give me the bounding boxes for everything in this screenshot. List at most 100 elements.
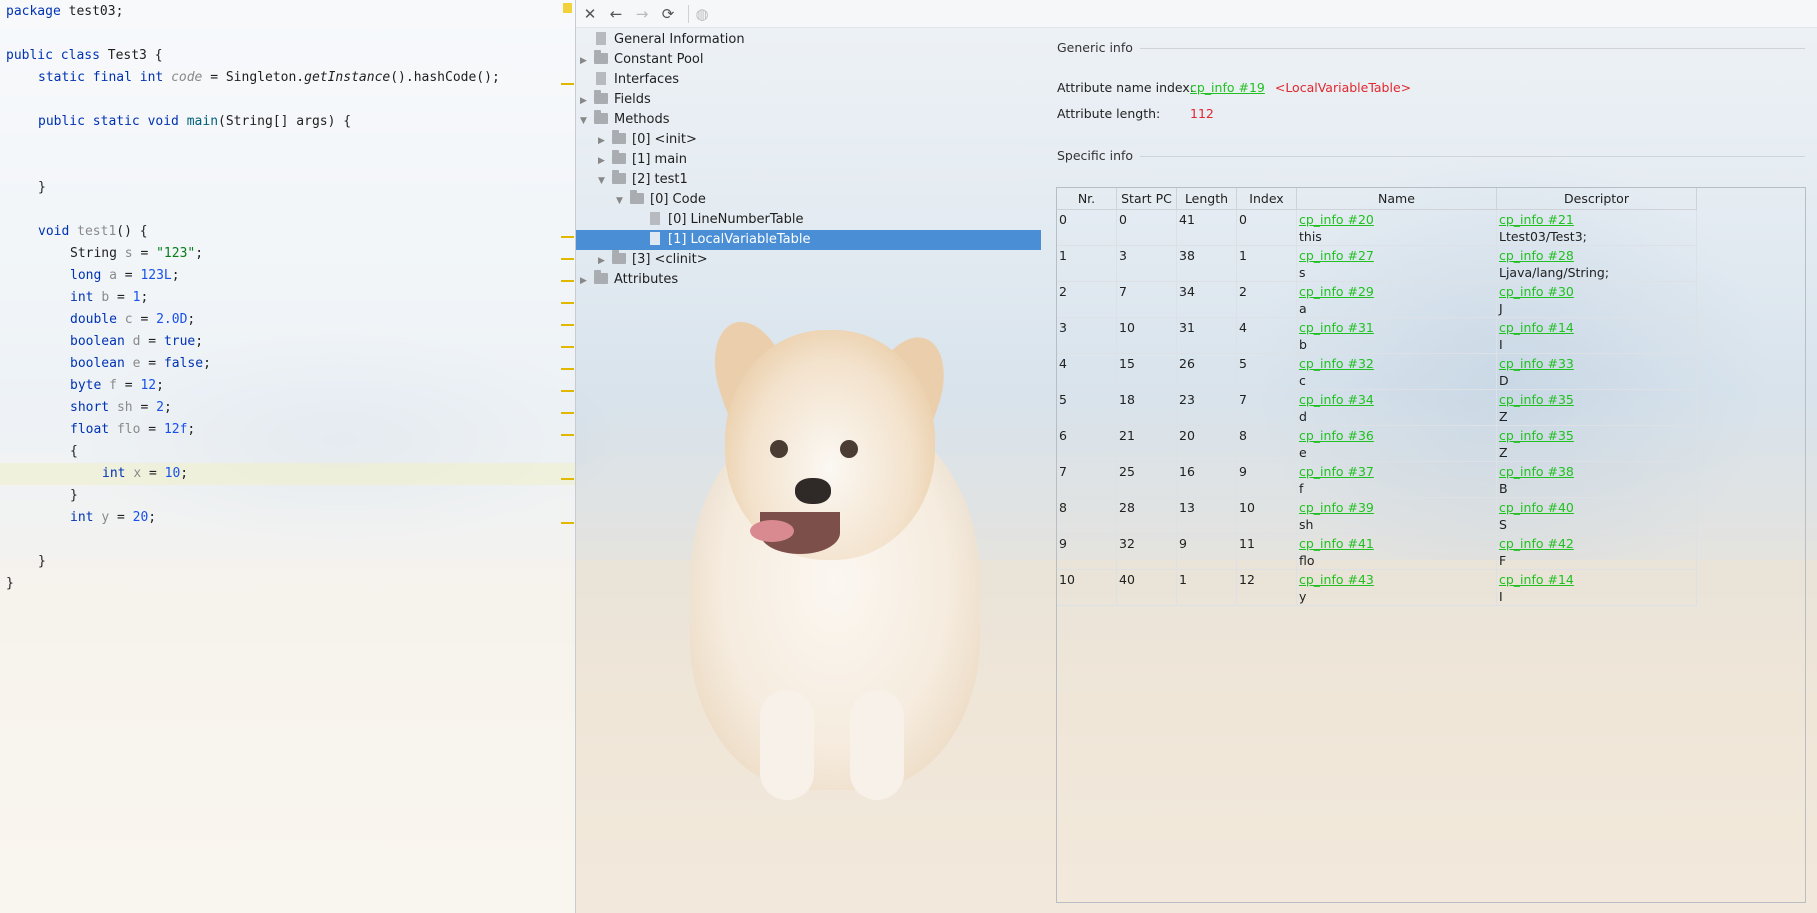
cp-info-link[interactable]: cp_info #39 — [1299, 500, 1374, 516]
local-variable-table[interactable]: Nr. Start PC Length Index Name Descripto… — [1056, 187, 1806, 903]
warning-marker[interactable] — [561, 390, 574, 392]
column-header-length[interactable]: Length — [1177, 188, 1237, 210]
tree-item-methods[interactable]: ▼ Methods — [580, 110, 670, 130]
attr-name-index-link[interactable]: cp_info #19 — [1190, 80, 1265, 95]
code-line[interactable]: String s = "123"; — [70, 243, 203, 265]
tree-item-local-variable-table[interactable]: [1] LocalVariableTable — [576, 230, 1041, 250]
expand-arrow-icon[interactable]: ▶ — [598, 131, 612, 151]
code-line[interactable]: public static void main(String[] args) { — [38, 111, 351, 133]
warning-marker[interactable] — [561, 280, 574, 282]
tree-item-method-clinit[interactable]: ▶ [3] <clinit> — [598, 250, 708, 270]
warning-marker[interactable] — [561, 478, 574, 480]
code-line[interactable]: double c = 2.0D; — [70, 309, 195, 331]
tree-item-code[interactable]: ▼ [0] Code — [616, 190, 706, 210]
code-line[interactable]: } — [38, 177, 46, 199]
refresh-icon[interactable]: ⟳ — [658, 4, 678, 24]
column-header-descriptor[interactable]: Descriptor — [1497, 188, 1697, 210]
code-line[interactable]: void test1() { — [38, 221, 148, 243]
code-line[interactable]: byte f = 12; — [70, 375, 164, 397]
cp-info-link[interactable]: cp_info #41 — [1299, 536, 1374, 552]
collapse-arrow-icon[interactable]: ▼ — [616, 191, 630, 211]
cp-info-link[interactable]: cp_info #20 — [1299, 212, 1374, 228]
collapse-arrow-icon[interactable]: ▼ — [598, 171, 612, 191]
cp-info-link[interactable]: cp_info #14 — [1499, 572, 1574, 588]
code-line[interactable]: int x = 10; — [102, 463, 188, 485]
cp-info-link[interactable]: cp_info #28 — [1499, 248, 1574, 264]
expand-arrow-icon[interactable]: ▶ — [580, 271, 594, 291]
cell-text: 0 — [1119, 212, 1127, 227]
tree-item-line-number-table[interactable]: [0] LineNumberTable — [648, 210, 803, 230]
column-header-nr[interactable]: Nr. — [1057, 188, 1117, 210]
code-line[interactable]: package test03; — [6, 1, 123, 23]
code-line[interactable]: short sh = 2; — [70, 397, 172, 419]
tree-item-method-test1[interactable]: ▼ [2] test1 — [598, 170, 688, 190]
cp-info-link[interactable]: cp_info #35 — [1499, 428, 1574, 444]
tree-item-interfaces[interactable]: Interfaces — [594, 70, 679, 90]
code-line[interactable]: boolean d = true; — [70, 331, 203, 353]
cp-info-link[interactable]: cp_info #30 — [1499, 284, 1574, 300]
cell-text: 0 — [1059, 212, 1067, 227]
cp-info-link[interactable]: cp_info #36 — [1299, 428, 1374, 444]
tree-item-method-main[interactable]: ▶ [1] main — [598, 150, 687, 170]
cp-info-link[interactable]: cp_info #35 — [1499, 392, 1574, 408]
table-cell-name: cp_info #34 d — [1297, 390, 1497, 426]
expand-arrow-icon[interactable]: ▶ — [598, 151, 612, 171]
code-line[interactable]: public class Test3 { — [6, 45, 163, 67]
code-line[interactable]: } — [38, 551, 46, 573]
code-line[interactable]: } — [70, 485, 78, 507]
warning-marker[interactable] — [561, 522, 574, 524]
tree-item-fields[interactable]: ▶ Fields — [580, 90, 651, 110]
code-line[interactable]: static final int code = Singleton.getIns… — [38, 67, 500, 89]
collapse-arrow-icon[interactable]: ▼ — [580, 111, 594, 131]
tree-item-constant-pool[interactable]: ▶ Constant Pool — [580, 50, 703, 70]
code-line[interactable]: boolean e = false; — [70, 353, 211, 375]
warning-marker[interactable] — [561, 236, 574, 238]
cp-info-link[interactable]: cp_info #42 — [1499, 536, 1574, 552]
cp-info-link[interactable]: cp_info #31 — [1299, 320, 1374, 336]
cp-info-link[interactable]: cp_info #40 — [1499, 500, 1574, 516]
cell-text: 20 — [1179, 428, 1195, 443]
code-line[interactable]: } — [6, 573, 14, 595]
warning-marker[interactable] — [561, 302, 574, 304]
cp-info-link[interactable]: cp_info #34 — [1299, 392, 1374, 408]
section-divider — [1140, 48, 1805, 49]
warning-marker[interactable] — [561, 258, 574, 260]
table-cell-descriptor: cp_info #21 Ltest03/Test3; — [1497, 210, 1697, 246]
tree-item-general-information[interactable]: General Information — [594, 30, 745, 50]
cp-info-link[interactable]: cp_info #37 — [1299, 464, 1374, 480]
code-line[interactable]: long a = 123L; — [70, 265, 180, 287]
warning-marker[interactable] — [561, 346, 574, 348]
warning-marker[interactable] — [561, 324, 574, 326]
code-line[interactable]: int b = 1; — [70, 287, 148, 309]
column-header-name[interactable]: Name — [1297, 188, 1497, 210]
cp-info-link[interactable]: cp_info #38 — [1499, 464, 1574, 480]
warning-marker[interactable] — [561, 412, 574, 414]
code-line[interactable]: float flo = 12f; — [70, 419, 195, 441]
cp-info-link[interactable]: cp_info #32 — [1299, 356, 1374, 372]
code-line[interactable]: int y = 20; — [70, 507, 156, 529]
cp-info-link[interactable]: cp_info #14 — [1499, 320, 1574, 336]
warning-marker[interactable] — [561, 434, 574, 436]
expand-arrow-icon[interactable]: ▶ — [580, 91, 594, 111]
column-header-index[interactable]: Index — [1237, 188, 1297, 210]
inspection-status-icon[interactable] — [563, 3, 572, 13]
cp-info-link[interactable]: cp_info #27 — [1299, 248, 1374, 264]
cp-info-link[interactable]: cp_info #33 — [1499, 356, 1574, 372]
tree-item-method-init[interactable]: ▶ [0] <init> — [598, 130, 697, 150]
cp-info-link[interactable]: cp_info #29 — [1299, 284, 1374, 300]
table-cell-length: 34 — [1177, 282, 1237, 318]
cp-info-link[interactable]: cp_info #43 — [1299, 572, 1374, 588]
cp-info-link[interactable]: cp_info #21 — [1499, 212, 1574, 228]
expand-arrow-icon[interactable]: ▶ — [580, 51, 594, 71]
arrow-right-icon[interactable]: → — [632, 4, 652, 24]
code-editor[interactable]: package test03; public class Test3 { sta… — [0, 0, 575, 913]
arrow-left-icon[interactable]: ← — [606, 4, 626, 24]
globe-icon[interactable]: ◍ — [692, 4, 712, 24]
warning-marker[interactable] — [561, 368, 574, 370]
close-icon[interactable]: ✕ — [580, 4, 600, 24]
column-header-start-pc[interactable]: Start PC — [1117, 188, 1177, 210]
tree-item-attributes[interactable]: ▶ Attributes — [580, 270, 678, 290]
code-line[interactable]: { — [70, 441, 78, 463]
warning-marker[interactable] — [561, 83, 574, 85]
expand-arrow-icon[interactable]: ▶ — [598, 251, 612, 271]
